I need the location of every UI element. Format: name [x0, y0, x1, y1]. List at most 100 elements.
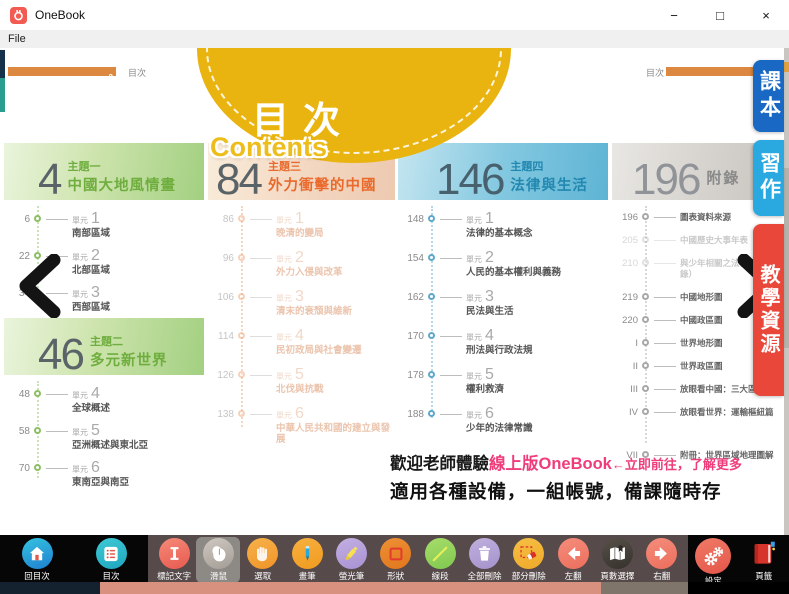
- tool-label: 滑鼠: [210, 570, 227, 582]
- tool-toc-button[interactable]: 目次: [89, 537, 133, 583]
- tool-page-right-button[interactable]: 右翻: [640, 537, 684, 583]
- toc-page: 2 目次 目次 目次 Contents 4主題一中國大地風情畫6單元1南部區域2…: [0, 48, 789, 535]
- section-page-number: 46: [38, 336, 83, 375]
- tool-settings-button[interactable]: 設定: [691, 537, 735, 588]
- item-title: 外力入侵與改革: [276, 267, 395, 278]
- unit-label: 單元: [466, 372, 482, 381]
- item-connector-line: [440, 297, 462, 319]
- prev-page-arrow[interactable]: [16, 254, 64, 318]
- tool-label: 頁籤: [755, 570, 772, 582]
- item-title: 北伐與抗戰: [276, 384, 395, 395]
- toc-item[interactable]: 48單元4全球概述: [4, 387, 204, 422]
- item-dot-marker: [424, 368, 440, 397]
- tool-select-button[interactable]: 選取: [241, 537, 285, 583]
- section-page-number: 196: [632, 161, 699, 200]
- item-title: 西部區域: [72, 302, 204, 313]
- unit-number: 6: [295, 405, 304, 422]
- item-dot-marker: [234, 212, 250, 241]
- item-page-number: IV: [612, 407, 638, 418]
- tool-page-select-button[interactable]: 頁數選擇: [595, 537, 639, 583]
- item-title: 少年的法律常識: [466, 423, 608, 434]
- item-page-number: 138: [208, 407, 234, 445]
- promo-link-onebook[interactable]: 線上版OneBook: [489, 455, 612, 473]
- toc-item[interactable]: 188單元6少年的法律常識: [398, 407, 608, 436]
- item-connector-line: [46, 468, 68, 496]
- item-connector-line: [440, 336, 462, 358]
- unit-label: 單元: [276, 216, 292, 225]
- unit-number: 1: [295, 210, 304, 227]
- item-title: 中華人民共和國的建立與發展: [276, 423, 395, 445]
- window-title: OneBook: [35, 8, 85, 22]
- toc-item[interactable]: 6單元1南部區域: [4, 212, 204, 247]
- toc-item[interactable]: 126單元5北伐與抗戰: [208, 368, 395, 397]
- toc-item[interactable]: 70單元6東南亞與南亞: [4, 461, 204, 496]
- tool-delete-part-button[interactable]: 部分刪除: [507, 537, 551, 583]
- tool-mouse-button[interactable]: 滑鼠: [196, 537, 240, 583]
- unit-number: 6: [485, 405, 494, 422]
- tab-textbook[interactable]: 課本: [753, 60, 784, 132]
- toc-item[interactable]: 86單元1晚清的變局: [208, 212, 395, 241]
- item-dot-marker: [234, 407, 250, 445]
- tool-delete-all-button[interactable]: 全部刪除: [462, 537, 506, 583]
- tool-highlighter-button[interactable]: 螢光筆: [329, 537, 373, 583]
- tool-line-button[interactable]: 線段: [418, 537, 462, 583]
- toc-item[interactable]: 58單元5亞洲概述與東北亞: [4, 424, 204, 459]
- item-connector-line: [440, 219, 462, 241]
- tool-home-button[interactable]: 回目次: [15, 537, 59, 583]
- onebook-logo-icon: [10, 7, 27, 24]
- tool-label: 右翻: [653, 570, 670, 582]
- tool-page-left-button[interactable]: 左翻: [551, 537, 595, 583]
- close-button[interactable]: ×: [743, 0, 789, 30]
- section-title: 附錄: [706, 167, 740, 188]
- tool-label: 螢光筆: [339, 570, 365, 582]
- menu-file[interactable]: File: [0, 33, 34, 45]
- item-page-number: 86: [208, 212, 234, 241]
- unit-number: 4: [295, 327, 304, 344]
- unit-label: 單元: [466, 216, 482, 225]
- item-title: 清末的衰頹與維新: [276, 306, 395, 317]
- minimize-button[interactable]: −: [651, 0, 697, 30]
- tab-teaching-resources[interactable]: 教學資源: [753, 224, 784, 396]
- maximize-button[interactable]: □: [697, 0, 743, 30]
- toc-item[interactable]: 114單元4民初政局與社會變遷: [208, 329, 395, 358]
- item-page-number: III: [612, 384, 638, 395]
- item-connector-line: [440, 375, 462, 397]
- item-dot-marker: [234, 368, 250, 397]
- section-banner[interactable]: 46主題二多元新世界: [4, 318, 204, 375]
- toc-item[interactable]: 148單元1法律的基本概念: [398, 212, 608, 241]
- toc-item[interactable]: 138單元6中華人民共和國的建立與發展: [208, 407, 395, 445]
- toc-item[interactable]: 162單元3民法與生活: [398, 290, 608, 319]
- tool-label: 選取: [254, 570, 271, 582]
- tool-pen-button[interactable]: 畫筆: [285, 537, 329, 583]
- delete-part-icon: [513, 538, 544, 569]
- item-dot-marker: [638, 361, 654, 372]
- tool-label: 回目次: [24, 570, 50, 582]
- highlighter-icon: [336, 538, 367, 569]
- unit-label: 單元: [72, 428, 88, 437]
- tool-shape-button[interactable]: 形狀: [374, 537, 418, 583]
- item-title: 民初政局與社會變遷: [276, 345, 395, 356]
- strip-segment-black: [688, 582, 789, 594]
- item-dot-marker: [638, 258, 654, 280]
- item-connector-line: [654, 343, 676, 349]
- promo-link-goto[interactable]: ←立即前往，了解更多: [612, 457, 742, 472]
- unit-number: 2: [485, 249, 494, 266]
- item-title: 北部區域: [72, 265, 204, 276]
- tab-workbook[interactable]: 習作: [753, 140, 784, 216]
- toc-item[interactable]: IV放眼看世界：運輸樞紐篇: [612, 407, 789, 418]
- unit-number: 3: [91, 284, 100, 301]
- toc-item[interactable]: 178單元5權利救濟: [398, 368, 608, 397]
- toc-item[interactable]: 170單元4刑法與行政法規: [398, 329, 608, 358]
- right-panel-edge[interactable]: [784, 48, 789, 535]
- toc-item[interactable]: 106單元3清末的衰頹與維新: [208, 290, 395, 319]
- tool-bookmark-button[interactable]: 頁籤: [742, 537, 786, 583]
- promo-banner: 歡迎老師體驗線上版OneBook←立即前往，了解更多 適用各種設備，一組帳號，備…: [390, 450, 760, 504]
- section-banner[interactable]: 4主題一中國大地風情畫: [4, 143, 204, 200]
- toc-item[interactable]: 96單元2外力入侵與改革: [208, 251, 395, 280]
- toc-item[interactable]: 154單元2人民的基本權利與義務: [398, 251, 608, 280]
- tool-mark-text-button[interactable]: 標記文字: [152, 537, 196, 583]
- section-banner[interactable]: 146主題四法律與生活: [398, 143, 608, 200]
- unit-number: 5: [485, 366, 494, 383]
- tool-label: 線段: [432, 570, 449, 582]
- item-dot-marker: [638, 407, 654, 418]
